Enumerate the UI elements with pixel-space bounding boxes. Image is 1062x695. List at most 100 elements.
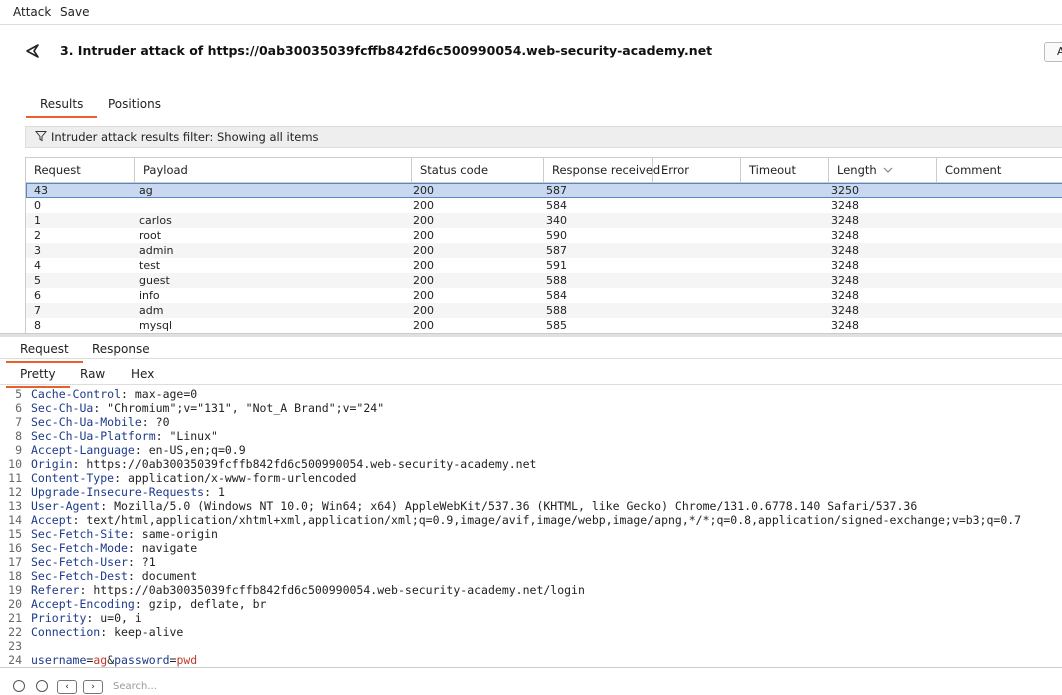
message-tabs: Request Response	[0, 337, 1062, 363]
cell-request: 3	[34, 244, 41, 257]
col-timeout[interactable]: Timeout	[741, 158, 829, 182]
cell-response: 587	[546, 244, 567, 257]
header-value: ?0	[148, 415, 170, 429]
body-k1: username	[31, 653, 87, 667]
line-number: 20	[8, 597, 22, 611]
header-colon: :	[127, 569, 135, 583]
header-value: 1	[211, 485, 225, 499]
cell-payload: mysql	[139, 319, 172, 332]
header-line: Origin: https://0ab30035039fcffb842fd6c5…	[31, 457, 536, 471]
cell-payload: info	[139, 289, 160, 302]
cell-length: 3248	[831, 319, 859, 332]
header-line: Accept: text/html,application/xhtml+xml,…	[31, 513, 1021, 527]
cell-request: 43	[34, 184, 48, 197]
help-icon[interactable]	[13, 680, 25, 692]
header-line: Sec-Fetch-Site: same-origin	[31, 527, 218, 541]
line-number: 18	[8, 569, 22, 583]
cell-length: 3248	[831, 259, 859, 272]
header-value: https://0ab30035039fcffb842fd6c500990054…	[86, 583, 585, 597]
tab-request[interactable]: Request	[6, 342, 83, 363]
line-number: 24	[8, 653, 22, 667]
cell-length: 3248	[831, 289, 859, 302]
table-row[interactable]: 7 adm 200 588 3248	[26, 303, 1062, 318]
menu-save[interactable]: Save	[60, 5, 89, 19]
col-request[interactable]: Request	[26, 158, 135, 182]
col-length[interactable]: Length	[829, 158, 937, 182]
previous-button[interactable]: ‹	[57, 680, 77, 694]
cell-payload: ag	[139, 184, 153, 197]
tab-pretty[interactable]: Pretty	[6, 367, 70, 388]
tab-positions[interactable]: Positions	[108, 97, 161, 111]
cell-request: 4	[34, 259, 41, 272]
menubar: Attack Save	[0, 0, 1062, 25]
cell-status: 200	[413, 259, 434, 272]
header-colon: :	[114, 471, 122, 485]
header-colon: :	[127, 541, 135, 555]
tab-response[interactable]: Response	[92, 342, 150, 356]
header-name: Sec-Fetch-User	[31, 555, 128, 569]
header-name: Sec-Fetch-Site	[31, 527, 128, 541]
table-row[interactable]: 3 admin 200 587 3248	[26, 243, 1062, 258]
col-response-received[interactable]: Response received	[544, 158, 660, 182]
col-payload[interactable]: Payload	[135, 158, 412, 182]
view-tabs: Pretty Raw Hex	[0, 362, 1062, 388]
tab-results[interactable]: Results	[25, 97, 98, 118]
line-number: 23	[8, 639, 22, 653]
header-name: Accept-Encoding	[31, 597, 135, 611]
cell-request: 6	[34, 289, 41, 302]
cell-status: 200	[413, 244, 434, 257]
settings-gear-icon[interactable]	[36, 680, 48, 692]
attack-action-button[interactable]: A	[1044, 42, 1062, 62]
col-comment[interactable]: Comment	[937, 158, 1062, 182]
sort-chevron-down-icon	[883, 167, 893, 173]
col-error[interactable]: Error	[653, 158, 741, 182]
table-row[interactable]: 6 info 200 584 3248	[26, 288, 1062, 303]
header-value: en-US,en;q=0.9	[141, 443, 246, 457]
header-name: Sec-Ch-Ua-Platform	[31, 429, 156, 443]
search-input[interactable]: Search...	[113, 681, 513, 695]
header-line: Sec-Fetch-Mode: navigate	[31, 541, 197, 555]
tab-hex[interactable]: Hex	[131, 367, 154, 381]
header-value: document	[134, 569, 198, 583]
header-line: Sec-Ch-Ua-Platform: "Linux"	[31, 429, 218, 443]
header-line: Sec-Fetch-User: ?1	[31, 555, 156, 569]
header-value: Mozilla/5.0 (Windows NT 10.0; Win64; x64…	[107, 499, 918, 513]
cell-response: 588	[546, 304, 567, 317]
table-row[interactable]: 0 200 584 3248	[26, 198, 1062, 213]
cell-length: 3250	[831, 184, 859, 197]
header-line: Cache-Control: max-age=0	[31, 387, 197, 401]
cell-status: 200	[413, 289, 434, 302]
col-status-code[interactable]: Status code	[412, 158, 544, 182]
menu-attack[interactable]: Attack	[13, 5, 51, 19]
results-filter-bar[interactable]: Intruder attack results filter: Showing …	[25, 126, 1062, 148]
filter-text: Intruder attack results filter: Showing …	[51, 130, 319, 144]
cell-status: 200	[413, 184, 434, 197]
cell-response: 340	[546, 214, 567, 227]
header-colon: :	[121, 387, 128, 401]
cell-length: 3248	[831, 244, 859, 257]
header-value: u=0, i	[93, 611, 142, 625]
header-value: navigate	[134, 541, 198, 555]
cell-payload: guest	[139, 274, 170, 287]
next-button[interactable]: ›	[83, 680, 103, 694]
request-editor[interactable]: 5 Cache-Control: max-age=0 6 Sec-Ch-Ua: "Ch…	[0, 386, 1062, 667]
header-name: Sec-Ch-Ua-Mobile	[31, 415, 142, 429]
cell-length: 3248	[831, 199, 859, 212]
table-row[interactable]: 4 test 200 591 3248	[26, 258, 1062, 273]
line-number: 19	[8, 583, 22, 597]
table-row[interactable]: 2 root 200 590 3248	[26, 228, 1062, 243]
line-number: 21	[8, 611, 22, 625]
header-value: max-age=0	[127, 387, 198, 401]
line-number: 15	[8, 527, 22, 541]
tab-raw[interactable]: Raw	[80, 367, 105, 381]
header-colon: :	[127, 527, 135, 541]
cell-status: 200	[413, 274, 434, 287]
header-line: Referer: https://0ab30035039fcffb842fd6c…	[31, 583, 585, 597]
header-name: Content-Type	[31, 471, 115, 485]
table-row[interactable]: 1 carlos 200 340 3248	[26, 213, 1062, 228]
table-row[interactable]: 8 mysql 200 585 3248	[26, 318, 1062, 333]
table-row[interactable]: 5 guest 200 588 3248	[26, 273, 1062, 288]
header-name: Connection	[31, 625, 101, 639]
table-row[interactable]: 43 ag 200 587 3250	[26, 183, 1062, 198]
header-line: Sec-Ch-Ua-Mobile: ?0	[31, 415, 170, 429]
